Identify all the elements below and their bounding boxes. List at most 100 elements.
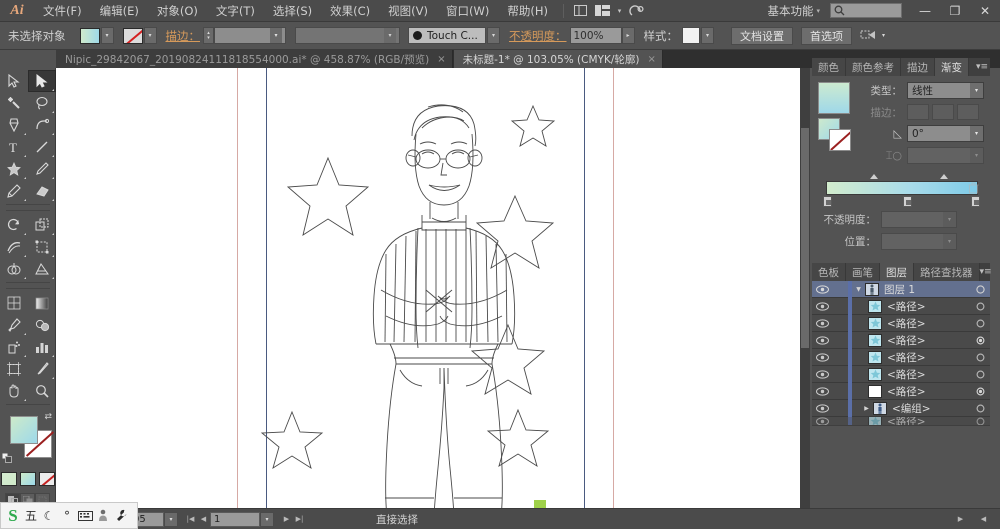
path-name[interactable]: <路径> [887, 417, 970, 425]
close-button[interactable]: ✕ [970, 0, 1000, 22]
canvas-vertical-scrollbar[interactable] [800, 68, 810, 508]
menu-window[interactable]: 窗口(W) [437, 0, 498, 22]
scale-tool[interactable] [28, 214, 56, 236]
target-indicator[interactable] [970, 336, 990, 345]
stroke-weight-input[interactable]: ▾ [214, 27, 286, 44]
selection-tool[interactable] [0, 70, 28, 92]
none-fill-button[interactable] [38, 472, 55, 486]
path-name[interactable]: <路径> [887, 316, 970, 331]
direct-selection-tool[interactable] [28, 70, 56, 92]
preferences-button[interactable]: 首选项 [801, 26, 852, 45]
layer-row-layer1[interactable]: ▼ 图层 1 [812, 280, 990, 298]
stroke-along-button[interactable] [932, 104, 954, 120]
gradient-stop-1[interactable] [903, 196, 912, 207]
opacity-chevron-down-icon[interactable]: ▸ [621, 27, 635, 44]
menu-effect[interactable]: 效果(C) [321, 0, 379, 22]
gradient-stop-0[interactable] [823, 196, 832, 207]
target-indicator[interactable] [970, 417, 990, 425]
target-indicator[interactable] [970, 302, 990, 311]
brush-definition-select[interactable]: Touch C... [408, 27, 486, 44]
tab-color[interactable]: 颜色 [812, 58, 846, 76]
tab-gradient[interactable]: 渐变 [935, 58, 969, 76]
shape-tool[interactable] [0, 158, 28, 180]
artboard-number-input[interactable]: 1 [210, 511, 260, 527]
default-fill-stroke-icon[interactable] [1, 452, 13, 464]
target-indicator[interactable] [970, 284, 990, 294]
menu-select[interactable]: 选择(S) [264, 0, 321, 22]
fill-chevron-down-icon[interactable]: ▾ [100, 27, 114, 44]
ime-user-icon[interactable] [94, 505, 112, 527]
gradient-fill-button[interactable] [19, 472, 36, 486]
stroke-within-button[interactable] [907, 104, 929, 120]
eye-icon[interactable] [812, 403, 832, 413]
brush-chevron-down-icon[interactable]: ▾ [487, 27, 500, 44]
transform-chevron-down-icon[interactable]: ▾ [877, 27, 890, 44]
ime-toolbar[interactable]: S 五 ☾ ° [0, 502, 138, 529]
paintbrush-tool[interactable] [28, 158, 56, 180]
slice-tool[interactable] [28, 358, 56, 380]
status-collapse-button[interactable]: ◀ [977, 512, 990, 527]
menu-view[interactable]: 视图(V) [379, 0, 437, 22]
ime-settings-wrench-icon[interactable] [112, 505, 130, 527]
stock-search-icon[interactable] [625, 0, 649, 22]
panel-menu-icon[interactable]: ▾≡ [980, 263, 992, 281]
eye-icon[interactable] [812, 335, 832, 345]
layer-row-path-1[interactable]: <路径> [812, 297, 990, 315]
style-group[interactable]: 样式： ▾ [644, 27, 714, 44]
tab-stroke[interactable]: 描边 [901, 58, 935, 76]
layer-row-path-3[interactable]: <路径> [812, 331, 990, 349]
layer-row-path-2[interactable]: <路径> [812, 314, 990, 332]
menu-object[interactable]: 对象(O) [148, 0, 207, 22]
eye-icon[interactable] [812, 352, 832, 362]
menu-type[interactable]: 文字(T) [207, 0, 264, 22]
chevron-down-icon[interactable]: ▼ [852, 286, 865, 293]
fill-color-box[interactable] [10, 416, 38, 444]
shape-builder-tool[interactable] [0, 258, 28, 280]
stroke-weight-chevron-down-icon[interactable]: ▾ [270, 28, 282, 43]
layer-row-path-4[interactable]: <路径> [812, 348, 990, 366]
path-name[interactable]: <路径> [887, 367, 970, 382]
gradient-stop-2[interactable] [971, 196, 980, 207]
stroke-label[interactable]: 描边： [166, 28, 201, 44]
artboard-chevron-down-icon[interactable]: ▾ [260, 511, 274, 527]
width-tool[interactable] [0, 236, 28, 258]
line-segment-tool[interactable] [28, 136, 56, 158]
next-artboard-button[interactable]: ▶ [280, 512, 293, 527]
menu-file[interactable]: 文件(F) [34, 0, 91, 22]
gradient-fill-stroke-widget[interactable] [818, 118, 858, 154]
scrollbar-thumb[interactable] [801, 128, 809, 348]
fill-stroke-widget[interactable]: ⇄ [0, 412, 56, 466]
sogou-logo-icon[interactable]: S [4, 505, 22, 527]
layer-row-path-7[interactable]: <路径> [812, 417, 990, 426]
document-tab-2[interactable]: 未标题-1* @ 103.05% (CMYK/轮廓) × [453, 50, 663, 68]
document-setup-button[interactable]: 文档设置 [731, 26, 793, 45]
layer-row-group[interactable]: ▶ <编组> [812, 399, 990, 417]
tab-swatches[interactable]: 色板 [812, 263, 846, 281]
ime-halfwidth-icon[interactable]: ° [58, 505, 76, 527]
gradient-midpoint-0[interactable] [870, 174, 878, 179]
magic-wand-tool[interactable] [0, 92, 28, 114]
fill-color-group[interactable]: ▾ [79, 27, 114, 44]
close-icon[interactable]: × [437, 54, 445, 65]
chevron-down-icon[interactable]: ▾ [970, 83, 983, 98]
zoom-tool[interactable] [28, 380, 56, 402]
style-chevron-down-icon[interactable]: ▾ [701, 27, 714, 44]
lasso-tool[interactable] [28, 92, 56, 114]
free-transform-tool[interactable] [28, 236, 56, 258]
eyedropper-tool[interactable] [0, 314, 28, 336]
gradient-slider[interactable] [818, 173, 984, 211]
opacity-group[interactable]: 不透明度： 100% ▸ [509, 27, 635, 44]
gradient-opacity-input[interactable]: ▾ [881, 211, 957, 228]
opacity-input[interactable]: 100% [569, 27, 622, 44]
ime-keyboard-icon[interactable] [76, 505, 94, 527]
gradient-preview-swatch[interactable] [818, 82, 850, 114]
workspace-switcher-icon[interactable] [592, 0, 614, 22]
status-expand-button[interactable]: ▶ [954, 512, 967, 527]
stroke-color-group[interactable]: ▾ [122, 27, 157, 44]
tab-layers[interactable]: 图层 [880, 263, 914, 281]
close-icon[interactable]: × [647, 54, 655, 65]
workspace-label[interactable]: 基本功能 [767, 3, 816, 19]
eye-icon[interactable] [812, 417, 832, 425]
search-input[interactable] [830, 3, 902, 18]
workspace-chevron-down-icon[interactable]: ▾ [816, 7, 830, 15]
